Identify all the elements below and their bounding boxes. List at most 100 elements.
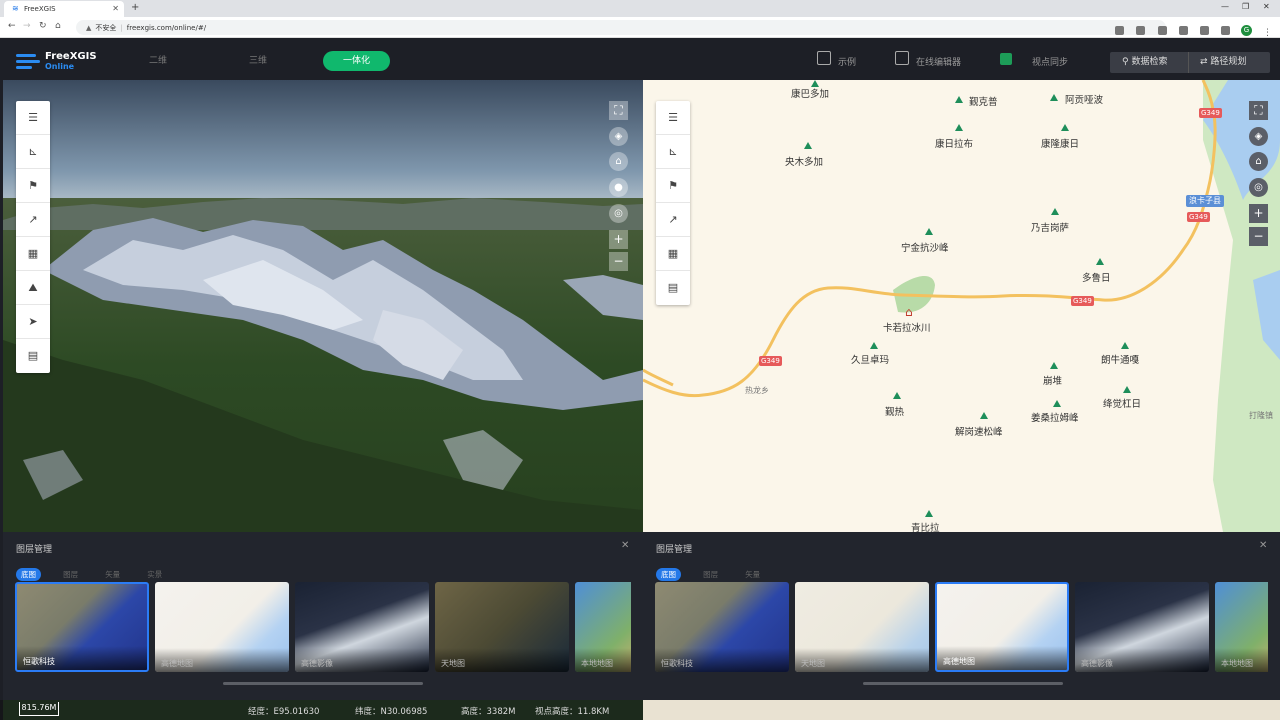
fullscreen-icon[interactable]: ⛶ — [1249, 101, 1268, 120]
tab-layers[interactable]: 图层 — [58, 568, 83, 581]
map-label: 青比拉 — [911, 523, 940, 532]
puzzle-icon[interactable] — [1199, 26, 1209, 35]
building-icon[interactable]: ▦ — [16, 237, 50, 271]
minimize-icon[interactable]: — — [1221, 2, 1229, 11]
home-view-icon[interactable]: ⌂ — [1249, 152, 1268, 171]
url-input[interactable]: ▲ 不安全 | freexgis.com/online/#/ — [76, 20, 1166, 35]
3d-terrain-render — [3, 80, 643, 532]
route-plan-button[interactable]: ⇄ 路径规划 — [1200, 52, 1246, 73]
basemap-thumb[interactable]: 恒歌科技 — [655, 582, 789, 672]
zoom-out-icon[interactable]: − — [1249, 227, 1268, 246]
flag-icon[interactable]: ⚑ — [656, 169, 690, 203]
basemap-thumb[interactable]: 天地图 — [795, 582, 929, 672]
logo-mark-icon — [16, 52, 40, 70]
fullscreen-icon[interactable]: ⛶ — [609, 101, 628, 120]
3d-globe-view[interactable]: ☰ ⊾ ⚑ ↗ ▦ ⛰ ➤ ▤ ⛶ ◈ ⌂ ● ◎ + − — [3, 80, 643, 532]
map-label: 绛觉杠日 — [1103, 399, 1142, 410]
share-icon[interactable] — [1115, 26, 1125, 35]
menu-dots-icon[interactable]: ⋮ — [1263, 28, 1272, 38]
toolbox-icon[interactable]: ▤ — [16, 339, 50, 373]
basemap-thumb[interactable]: 本地地图 — [575, 582, 631, 672]
peak-icon — [1121, 342, 1129, 349]
road-shield: G349 — [759, 356, 782, 366]
peak-icon — [955, 124, 963, 131]
tab-basemap[interactable]: 底图 — [16, 568, 41, 581]
zoom-in-icon[interactable]: + — [609, 230, 628, 249]
restore-icon[interactable]: ❐ — [1242, 2, 1249, 11]
tab-vector[interactable]: 矢量 — [100, 568, 125, 581]
basemap-thumb[interactable]: 高德影像 — [1075, 582, 1209, 672]
layers-icon[interactable]: ◈ — [1249, 127, 1268, 146]
toolbox-icon[interactable]: ▤ — [656, 271, 690, 305]
locate-icon[interactable]: ◎ — [609, 204, 628, 223]
basemap-thumb[interactable]: 高德影像 — [295, 582, 429, 672]
bookmark-star-icon[interactable] — [1136, 26, 1146, 35]
compass-icon[interactable]: ● — [609, 178, 628, 197]
2d-map-view[interactable]: 康巴多加 觐克普 阿贡哑波 康日拉布 康隆康日 央木多加 宁金抗沙峰 乃吉岗萨 … — [643, 80, 1280, 532]
peak-icon — [925, 510, 933, 517]
basemap-thumb[interactable]: 天地图 — [435, 582, 569, 672]
editor-icon[interactable] — [895, 51, 909, 65]
tab-basemap[interactable]: 底图 — [656, 568, 681, 581]
forward-icon[interactable]: → — [23, 21, 31, 31]
logo-text-top: FreeXGIS — [45, 51, 97, 62]
zoom-in-icon[interactable]: + — [1249, 204, 1268, 223]
latitude-readout: 纬度：N30.06985 — [355, 707, 428, 717]
home-icon[interactable]: ⌂ — [55, 21, 61, 31]
close-window-icon[interactable]: ✕ — [1263, 2, 1270, 11]
profile-avatar[interactable]: G — [1240, 25, 1252, 36]
measure-icon[interactable]: ⊾ — [16, 135, 50, 169]
locate-icon[interactable]: ◎ — [1249, 178, 1268, 197]
reload-icon[interactable]: ↻ — [39, 21, 47, 31]
list-icon[interactable]: ☰ — [656, 101, 690, 135]
2d-toolbar: ☰ ⊾ ⚑ ↗ ▦ ▤ — [656, 101, 690, 305]
zoom-out-icon[interactable]: − — [609, 252, 628, 271]
close-tab-icon[interactable]: ✕ — [112, 4, 119, 13]
extension-icon[interactable] — [1157, 26, 1167, 35]
measure-icon[interactable]: ⊾ — [656, 135, 690, 169]
data-search-button[interactable]: ⚲ 数据检索 — [1122, 52, 1167, 73]
home-view-icon[interactable]: ⌂ — [609, 152, 628, 171]
layers-icon[interactable]: ◈ — [609, 127, 628, 146]
thumbnail-scrollbar[interactable] — [223, 682, 423, 685]
viewpoint-sync-checkbox[interactable] — [1000, 53, 1012, 65]
close-icon[interactable]: ✕ — [621, 540, 629, 551]
arrow-icon[interactable]: ↗ — [656, 203, 690, 237]
mode-tab-3d[interactable]: 三维 — [240, 51, 276, 71]
tab-layers[interactable]: 图层 — [698, 568, 723, 581]
flag-icon[interactable]: ⚑ — [16, 169, 50, 203]
code-example-icon[interactable] — [817, 51, 831, 65]
basemap-thumbnails: 恒歌科技 高德地图 高德影像 天地图 本地地图 — [15, 582, 631, 672]
back-icon[interactable]: ← — [8, 21, 16, 31]
basemap-thumb[interactable]: 高德地图 — [155, 582, 289, 672]
url-warning: 不安全 — [95, 24, 117, 32]
map-label: 宁金抗沙峰 — [901, 243, 949, 254]
terrain-icon[interactable]: ⛰ — [16, 271, 50, 305]
arrow-icon[interactable]: ↗ — [16, 203, 50, 237]
road-shield: G349 — [1199, 108, 1222, 118]
layer-tabs: 底图 图层 矢量 — [656, 562, 777, 581]
map-label: 热龙乡 — [745, 386, 769, 395]
sidebar-icon[interactable] — [1220, 26, 1230, 35]
close-icon[interactable]: ✕ — [1259, 540, 1267, 551]
examples-link[interactable]: 示例 — [838, 55, 856, 68]
new-tab-icon[interactable]: + — [131, 2, 139, 13]
browser-tab[interactable]: ≋ FreeXGIS ✕ — [4, 1, 124, 17]
list-icon[interactable]: ☰ — [16, 101, 50, 135]
mode-tab-2d[interactable]: 二维 — [140, 51, 176, 71]
basemap-thumb[interactable]: 本地地图 — [1215, 582, 1268, 672]
extension-icon[interactable] — [1178, 26, 1188, 35]
fly-icon[interactable]: ➤ — [16, 305, 50, 339]
map-label: 姜桑拉姆峰 — [1031, 413, 1079, 424]
tab-vector[interactable]: 矢量 — [740, 568, 765, 581]
building-icon[interactable]: ▦ — [656, 237, 690, 271]
tab-realscene[interactable]: 实景 — [142, 568, 167, 581]
peak-icon — [1050, 94, 1058, 101]
mode-tab-integrated[interactable]: 一体化 — [323, 51, 390, 71]
online-editor-link[interactable]: 在线编辑器 — [916, 55, 961, 68]
basemap-thumb[interactable]: 恒歌科技 — [15, 582, 149, 672]
map-label: 朗牛通嘎 — [1101, 355, 1140, 366]
basemap-thumb[interactable]: 高德地图 — [935, 582, 1069, 672]
thumbnail-scrollbar[interactable] — [863, 682, 1063, 685]
road-shield: G349 — [1071, 296, 1094, 306]
